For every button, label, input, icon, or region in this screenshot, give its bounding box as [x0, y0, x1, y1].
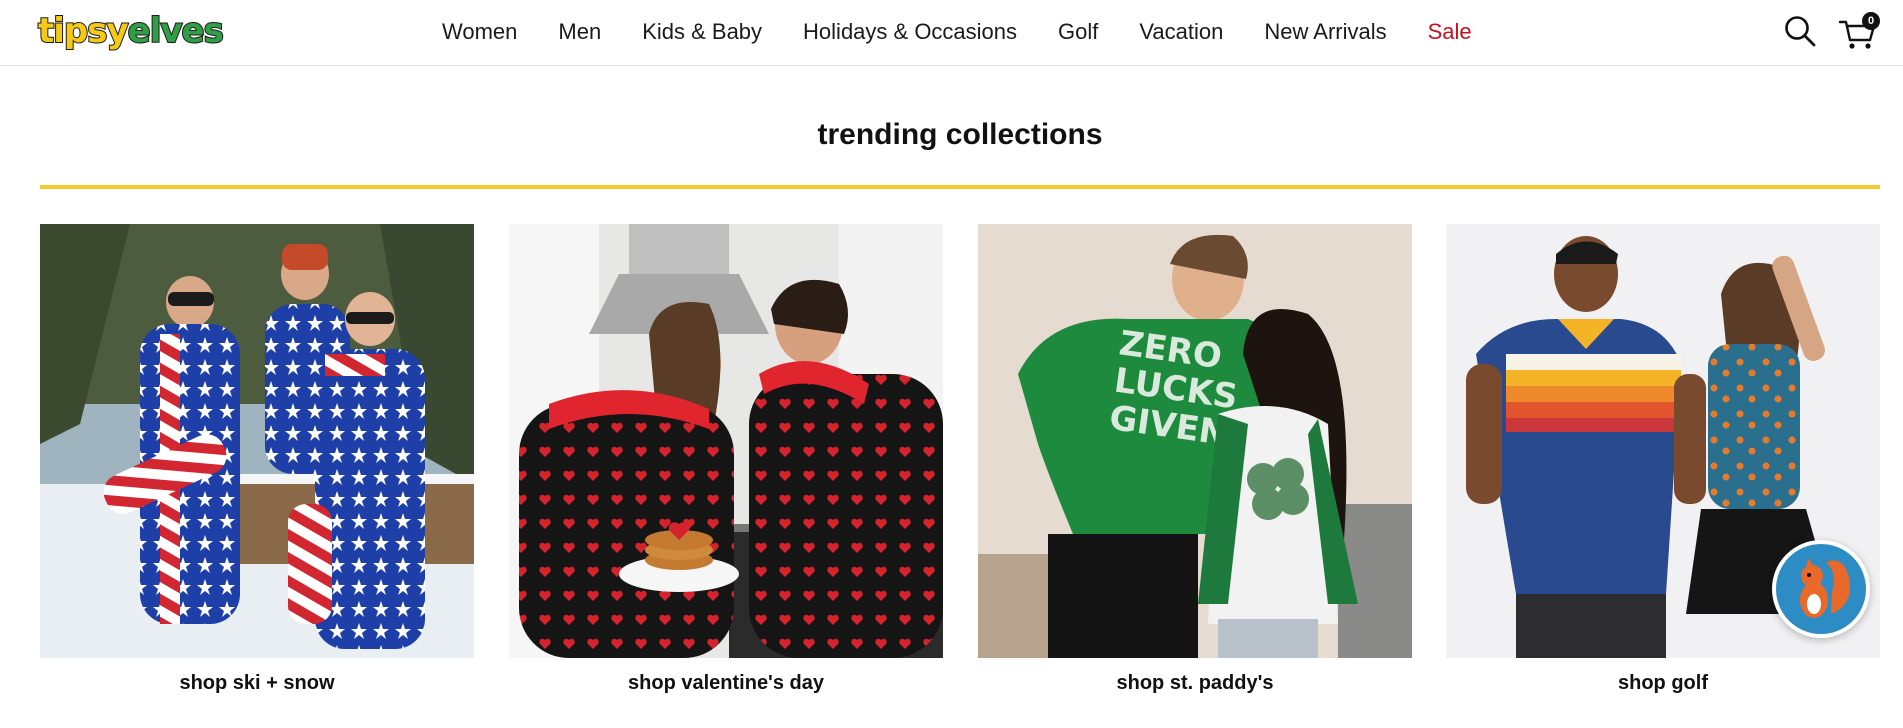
section-title: trending collections [817, 118, 1103, 151]
collection-label-st-paddys[interactable]: shop st. paddy's [978, 672, 1412, 695]
nav-golf[interactable]: Golf [1058, 19, 1098, 45]
logo-text-tipsy: tipsy [37, 11, 130, 51]
nav-sale[interactable]: Sale [1428, 19, 1472, 45]
nav-women[interactable]: Women [442, 19, 517, 45]
search-icon [1785, 16, 1816, 47]
nav-men[interactable]: Men [558, 19, 601, 45]
collection-label-golf[interactable]: shop golf [1446, 672, 1880, 695]
valentines-image[interactable] [509, 224, 943, 658]
nav-vacation[interactable]: Vacation [1139, 19, 1223, 45]
logo-text-elves: elves [127, 11, 225, 51]
tipsy-elves-logo[interactable]: tipsy elves [37, 7, 225, 55]
collection-label-ski-snow[interactable]: shop ski + snow [40, 672, 474, 695]
collection-label-valentines[interactable]: shop valentine's day [509, 672, 943, 695]
main-navigation: Women Men Kids & Baby Holidays & Occasio… [442, 0, 1472, 64]
cart-count-badge: 0 [1862, 12, 1880, 30]
search-button[interactable] [1783, 14, 1817, 48]
st-paddys-image[interactable]: ZERO LUCKS GIVEN [978, 224, 1412, 658]
nav-kids-baby[interactable]: Kids & Baby [642, 19, 762, 45]
squirrel-chat-icon [1800, 558, 1850, 618]
nav-holidays-occasions[interactable]: Holidays & Occasions [803, 19, 1017, 45]
section-divider [40, 185, 1880, 189]
ski-snow-image[interactable] [40, 224, 474, 658]
site-header: tipsy elves Women Men Kids & Baby Holiday… [0, 0, 1903, 66]
cart-button[interactable]: 0 [1838, 12, 1882, 52]
chat-widget-button[interactable] [1772, 540, 1870, 638]
nav-new-arrivals[interactable]: New Arrivals [1264, 19, 1386, 45]
